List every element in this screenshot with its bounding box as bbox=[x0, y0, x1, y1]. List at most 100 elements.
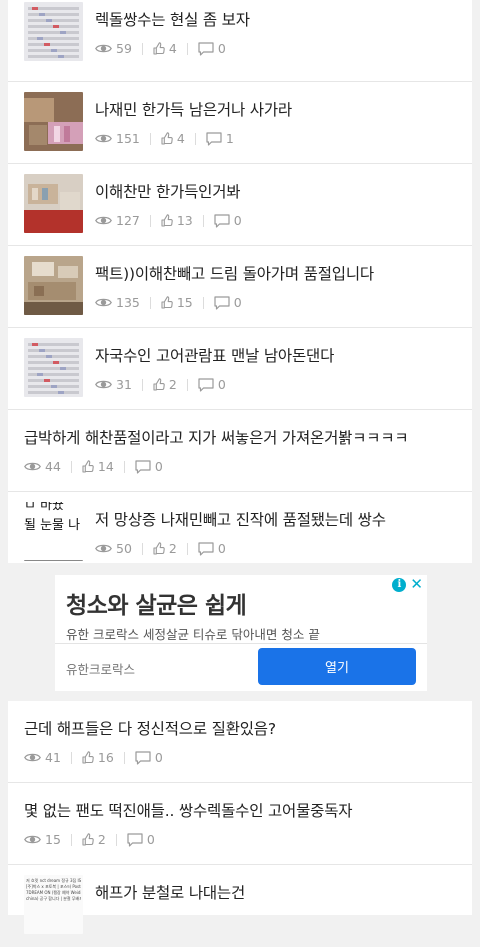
like: 4 bbox=[153, 41, 177, 56]
thumbs-up-icon bbox=[153, 542, 169, 555]
list-item[interactable]: 나재민 한가득 남은거나 사가라 151 4 1 bbox=[8, 82, 472, 164]
list-item[interactable]: 저 흐릿 nct dream 정규 3집 ISTJ [주]박스 x 포토북 | 포… bbox=[8, 865, 472, 947]
post-title[interactable]: 몇 없는 팬도 떡진애들.. 쌍수렉돌수인 고어물중독자 bbox=[24, 799, 353, 821]
post-list: 렉돌쌍수는 현실 좀 보자 59 4 0 나재민 한가득 남은거나 사가라 15 1 4 1 이해… bbox=[8, 0, 472, 563]
post-title[interactable]: 자국수인 고어관람표 맨날 남아돈댄다 bbox=[95, 344, 334, 366]
like-count: 16 bbox=[97, 750, 114, 765]
close-icon[interactable]: ✕ bbox=[410, 577, 423, 592]
comment-count: 0 bbox=[146, 832, 155, 847]
list-item[interactable]: 몇 없는 팬도 떡진애들.. 쌍수렉돌수인 고어물중독자 15 2 0 bbox=[8, 783, 472, 865]
ad-headline[interactable]: 청소와 살균은 쉽게 bbox=[66, 586, 247, 620]
view-count: 127 bbox=[116, 213, 140, 228]
comment: 1 bbox=[206, 131, 234, 146]
comment-icon bbox=[198, 41, 218, 56]
comment-count: 0 bbox=[217, 541, 226, 556]
post-meta: 15 2 0 bbox=[24, 832, 155, 847]
like: 15 bbox=[161, 295, 193, 310]
like-count: 4 bbox=[176, 131, 185, 146]
thumbnail-text: ㅁ 바뀼 bbox=[24, 502, 65, 513]
list-item[interactable]: 렉돌쌍수는 현실 좀 보자 59 4 0 bbox=[8, 0, 472, 82]
view-count: 31 bbox=[116, 377, 132, 392]
thumbs-up-icon bbox=[82, 460, 98, 473]
comment-count: 0 bbox=[217, 377, 226, 392]
comment: 0 bbox=[198, 377, 226, 392]
view: 135 bbox=[95, 295, 140, 310]
list-item[interactable]: 팩트))이해찬빼고 드림 돌아가며 품절입니다 135 15 0 bbox=[8, 246, 472, 328]
like-count: 14 bbox=[97, 459, 114, 474]
eye-icon bbox=[95, 43, 116, 54]
thumbs-up-icon bbox=[153, 42, 169, 55]
like-count: 2 bbox=[168, 541, 177, 556]
comment-icon bbox=[214, 295, 234, 310]
ad-choices[interactable]: i ✕ bbox=[392, 577, 423, 592]
thumbnail-text: 될 눈물 나 bbox=[24, 518, 81, 533]
thumbs-up-icon bbox=[161, 132, 177, 145]
meta-divider bbox=[141, 542, 143, 555]
meta-divider bbox=[149, 296, 151, 309]
like: 14 bbox=[82, 459, 114, 474]
comment-icon bbox=[127, 832, 147, 847]
meta-divider bbox=[123, 751, 125, 764]
post-meta: 44 14 0 bbox=[24, 459, 163, 474]
post-thumbnail[interactable] bbox=[24, 338, 83, 397]
ad-open-button[interactable]: 열기 bbox=[258, 648, 416, 685]
view-count: 59 bbox=[116, 41, 132, 56]
post-title[interactable]: 나재민 한가득 남은거나 사가라 bbox=[95, 98, 292, 120]
like: 16 bbox=[82, 750, 114, 765]
post-thumbnail[interactable] bbox=[24, 174, 83, 233]
like-count: 2 bbox=[97, 832, 106, 847]
like: 4 bbox=[161, 131, 185, 146]
comment-count: 0 bbox=[233, 213, 242, 228]
ad-sponsor[interactable]: 유한크로락스 bbox=[66, 659, 135, 678]
thumbs-up-icon bbox=[161, 296, 177, 309]
view-count: 44 bbox=[45, 459, 61, 474]
eye-icon bbox=[95, 379, 116, 390]
list-item[interactable]: 자국수인 고어관람표 맨날 남아돈댄다 31 2 0 bbox=[8, 328, 472, 410]
comment-count: 0 bbox=[154, 750, 163, 765]
ad-banner[interactable]: 청소와 살균은 쉽게 유한 크로락스 세정살균 티슈로 닦아내면 청소 끝 유한… bbox=[55, 575, 427, 691]
meta-divider bbox=[115, 833, 117, 846]
list-item[interactable]: 근데 해프들은 다 정신적으로 질환있음? 41 16 0 bbox=[8, 701, 472, 783]
comment-icon bbox=[135, 750, 155, 765]
comment-icon bbox=[198, 377, 218, 392]
thumbs-up-icon bbox=[82, 751, 98, 764]
post-title[interactable]: 팩트))이해찬빼고 드림 돌아가며 품절입니다 bbox=[95, 262, 374, 284]
ad-divider bbox=[55, 643, 427, 644]
eye-icon bbox=[24, 752, 45, 763]
post-thumbnail[interactable] bbox=[24, 2, 83, 61]
like: 2 bbox=[153, 541, 177, 556]
like-count: 2 bbox=[168, 377, 177, 392]
post-title[interactable]: 이해찬만 한가득인거봐 bbox=[95, 180, 241, 202]
meta-divider bbox=[70, 460, 72, 473]
post-title[interactable]: 저 망상증 나재민빼고 진작에 품절됐는데 쌍수 bbox=[95, 508, 386, 530]
post-thumbnail[interactable]: 저 흐릿 nct dream 정규 3집 ISTJ [주]박스 x 포토북 | 포… bbox=[24, 875, 83, 934]
comment-icon bbox=[214, 213, 234, 228]
info-icon[interactable]: i bbox=[392, 577, 407, 592]
like: 2 bbox=[82, 832, 106, 847]
list-item[interactable]: ㅁ 바뀼 될 눈물 나 저 망상증 나재민빼고 진작에 품절됐는데 쌍수 50 2 0 bbox=[8, 492, 472, 574]
meta-divider bbox=[70, 751, 72, 764]
like-count: 13 bbox=[176, 213, 193, 228]
meta-divider bbox=[149, 132, 151, 145]
post-title[interactable]: 급박하게 해찬품절이라고 지가 써놓은거 가져온거봙ㅋㅋㅋㅋ bbox=[24, 426, 409, 448]
comment-icon bbox=[206, 131, 226, 146]
post-thumbnail[interactable] bbox=[24, 256, 83, 315]
post-thumbnail[interactable]: ㅁ 바뀼될 눈물 나 bbox=[24, 502, 83, 561]
eye-icon bbox=[95, 215, 116, 226]
ad-description[interactable]: 유한 크로락스 세정살균 티슈로 닦아내면 청소 끝 bbox=[66, 624, 320, 643]
thumbs-up-icon bbox=[153, 378, 169, 391]
like-count: 15 bbox=[176, 295, 193, 310]
view: 41 bbox=[24, 750, 61, 765]
post-title[interactable]: 해프가 분철로 나대는건 bbox=[95, 881, 245, 903]
list-item[interactable]: 급박하게 해찬품절이라고 지가 써놓은거 가져온거봙ㅋㅋㅋㅋ 44 14 0 bbox=[8, 410, 472, 492]
thumbs-up-icon bbox=[82, 833, 98, 846]
post-thumbnail[interactable] bbox=[24, 92, 83, 151]
meta-divider bbox=[202, 296, 204, 309]
like-count: 4 bbox=[168, 41, 177, 56]
like: 2 bbox=[153, 377, 177, 392]
meta-divider bbox=[141, 378, 143, 391]
post-title[interactable]: 근데 해프들은 다 정신적으로 질환있음? bbox=[24, 717, 276, 739]
comment: 0 bbox=[214, 213, 242, 228]
list-item[interactable]: 이해찬만 한가득인거봐 127 13 0 bbox=[8, 164, 472, 246]
post-title[interactable]: 렉돌쌍수는 현실 좀 보자 bbox=[95, 8, 250, 30]
